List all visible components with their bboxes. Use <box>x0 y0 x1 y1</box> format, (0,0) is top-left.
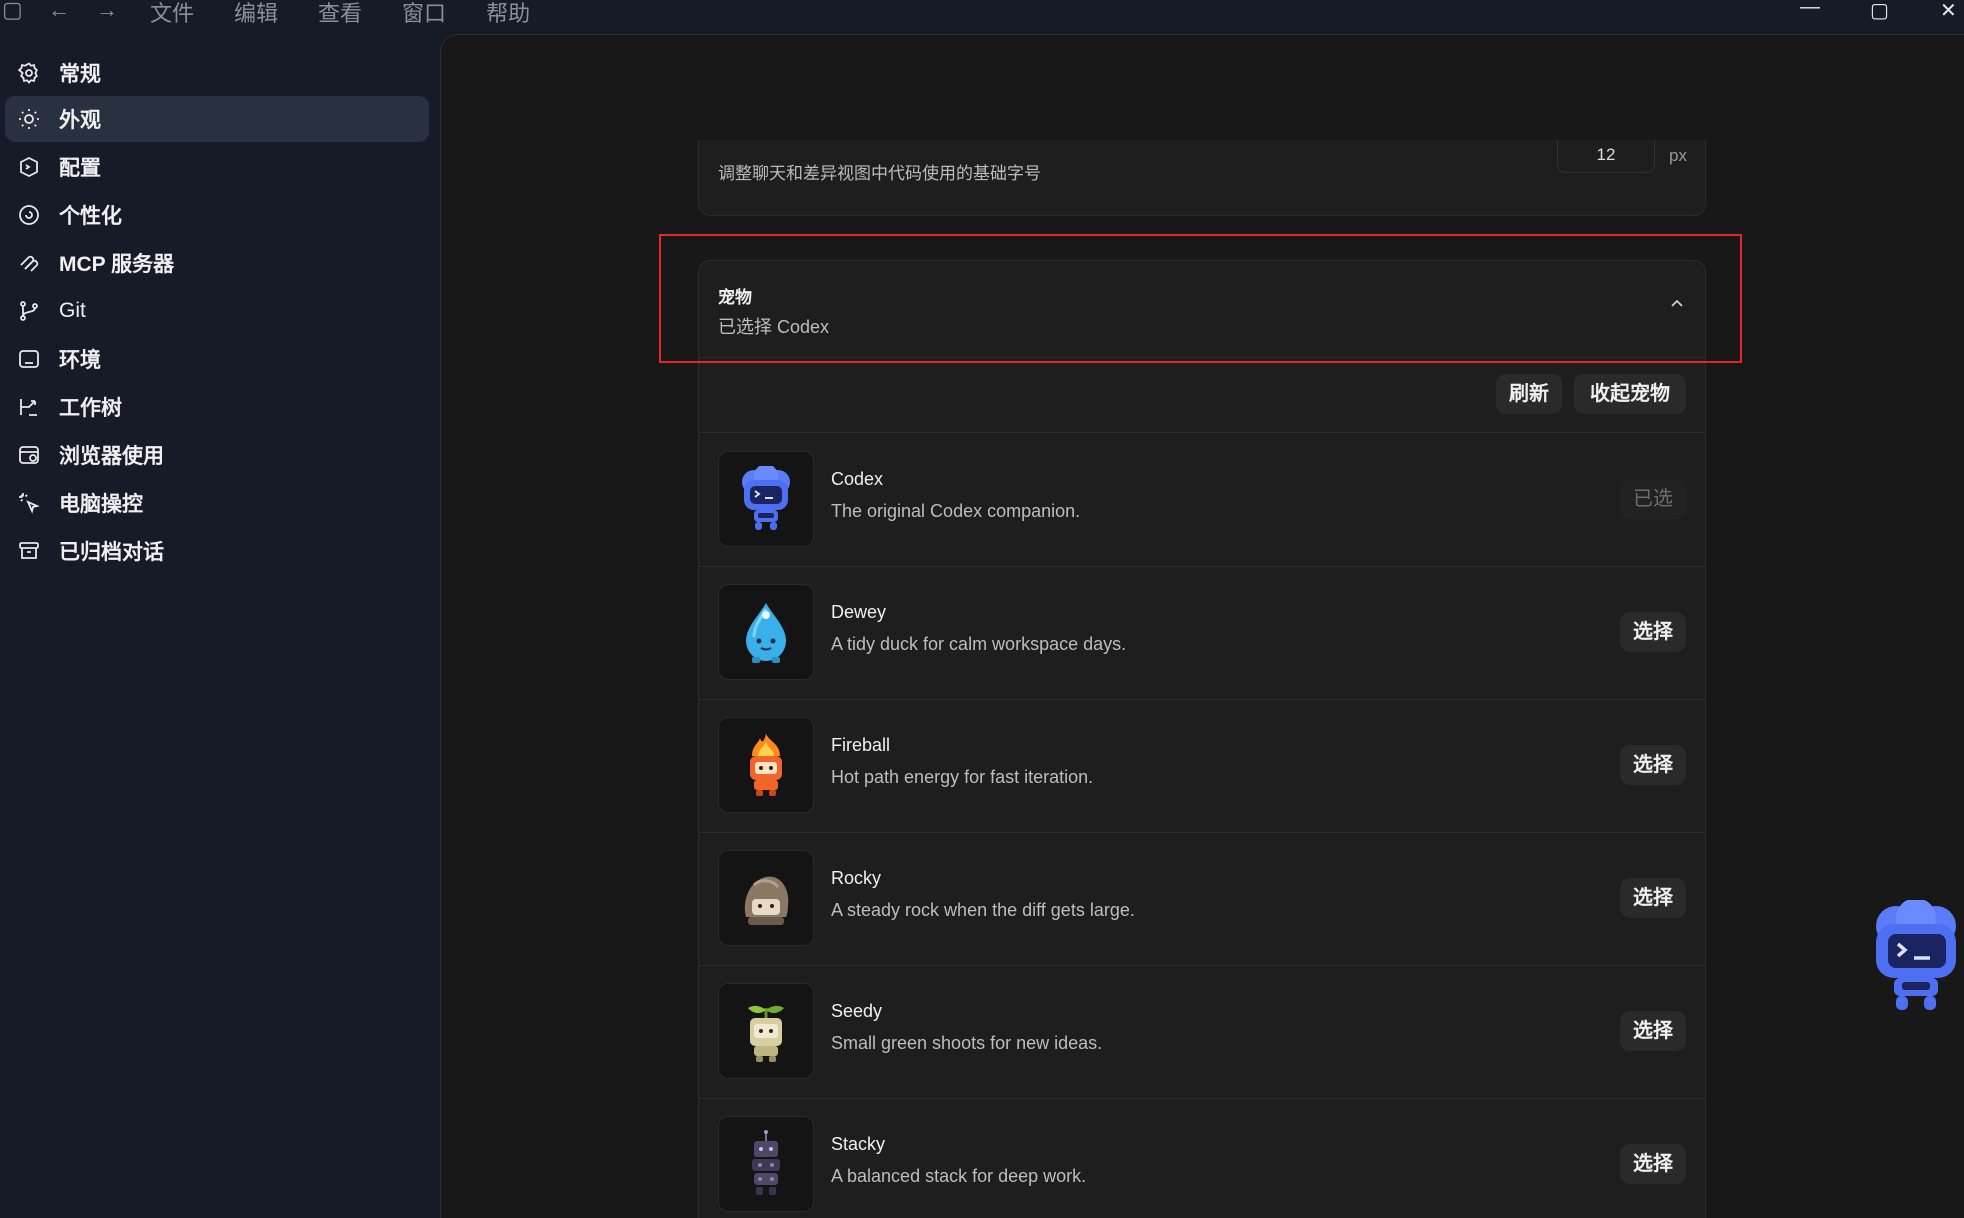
pet-description: Small green shoots for new ideas. <box>831 1033 1103 1053</box>
menu-file[interactable]: 文件 <box>150 0 194 28</box>
pets-selected-subtitle: 已选择 Codex <box>718 317 830 337</box>
pet-select-button[interactable]: 选择 <box>1620 1011 1686 1051</box>
sidebar-item-label: 已归档对话 <box>59 541 164 564</box>
sidebar-item-label: 工作树 <box>59 397 122 420</box>
pet-select-button[interactable]: 选择 <box>1620 878 1686 918</box>
sidebar-item-worktree[interactable]: 工作树 <box>5 384 429 430</box>
pet-description: The original Codex companion. <box>831 501 1081 521</box>
archive-icon <box>19 542 39 559</box>
forward-arrow-icon[interactable]: → <box>96 0 118 21</box>
menu-edit[interactable]: 编辑 <box>234 0 278 28</box>
worktree-icon <box>20 399 37 416</box>
sidebar-item-git[interactable]: Git <box>5 288 429 334</box>
sidebar-item-computer-control[interactable]: 电脑操控 <box>5 480 429 526</box>
sidebar-item-config[interactable]: 配置 <box>5 144 429 190</box>
sidebar-item-label: 个性化 <box>59 205 122 228</box>
pet-select-button[interactable]: 选择 <box>1620 1144 1686 1184</box>
sidebar-item-general[interactable]: 常规 <box>5 50 429 96</box>
sidebar-item-label: 常规 <box>59 63 101 86</box>
menu-view[interactable]: 查看 <box>318 0 362 28</box>
pet-description: A balanced stack for deep work. <box>831 1166 1087 1186</box>
pet-select-button[interactable]: 选择 <box>1620 745 1686 785</box>
pet-name: Codex <box>831 469 884 489</box>
pet-row-stacky: Stacky A balanced stack for deep work. 选… <box>699 1098 1705 1218</box>
sidebar-item-mcp[interactable]: MCP 服务器 <box>5 240 429 286</box>
pet-description: A tidy duck for calm workspace days. <box>831 634 1127 654</box>
seedy-pet-icon <box>718 983 814 1079</box>
pet-name: Fireball <box>831 735 891 755</box>
browser-icon <box>19 446 39 464</box>
title-bar: ▢ ← → 文件 编辑 查看 窗口 帮助 — ▢ ✕ <box>0 0 1964 34</box>
sidebar-item-appearance[interactable]: 外观 <box>5 96 429 142</box>
main-panel: 调整聊天和差异视图中代码使用的基础字号 12 px 宠物 已选择 Codex 刷… <box>440 34 1964 1218</box>
collapse-pets-button[interactable]: 收起宠物 <box>1574 374 1686 414</box>
back-arrow-icon[interactable]: ← <box>48 0 70 21</box>
sidebar-item-archived[interactable]: 已归档对话 <box>5 528 429 574</box>
font-size-setting: 调整聊天和差异视图中代码使用的基础字号 12 px <box>698 140 1706 216</box>
font-size-description: 调整聊天和差异视图中代码使用的基础字号 <box>718 164 1041 183</box>
minimize-icon[interactable]: — <box>1800 0 1820 19</box>
sidebar-item-label: Git <box>59 299 86 322</box>
menu-help[interactable]: 帮助 <box>486 0 530 28</box>
sidebar-toggle-icon[interactable]: ▢ <box>2 0 23 21</box>
sidebar-item-label: MCP 服务器 <box>59 253 175 276</box>
sidebar-item-label: 配置 <box>59 157 101 180</box>
pet-name: Dewey <box>831 602 887 622</box>
pet-selected-button[interactable]: 已选 <box>1620 479 1686 519</box>
pet-row-codex: Codex The original Codex companion. 已选 <box>699 433 1705 566</box>
sidebar-item-label: 外观 <box>59 109 101 132</box>
sidebar-item-label: 电脑操控 <box>59 493 143 516</box>
pet-name: Seedy <box>831 1001 883 1021</box>
personalize-icon <box>19 205 39 225</box>
codex-pet-icon <box>718 451 814 547</box>
chevron-up-icon[interactable] <box>1669 295 1685 311</box>
sidebar-item-label: 浏览器使用 <box>59 445 164 468</box>
floating-codex-pet[interactable] <box>1868 898 1964 1012</box>
dewey-pet-icon <box>718 584 814 680</box>
mcp-icon <box>20 255 39 272</box>
menu-window[interactable]: 窗口 <box>402 0 446 28</box>
cursor-sparkle-icon <box>19 493 40 514</box>
pets-title: 宠物 <box>718 288 752 307</box>
pets-section: 宠物 已选择 Codex 刷新 收起宠物 Codex The original … <box>698 260 1706 1218</box>
pet-row-rocky: Rocky A steady rock when the diff gets l… <box>699 832 1705 965</box>
maximize-icon[interactable]: ▢ <box>1870 0 1889 23</box>
pet-name: Stacky <box>831 1134 886 1154</box>
sidebar-item-browser[interactable]: 浏览器使用 <box>5 432 429 478</box>
close-icon[interactable]: ✕ <box>1940 0 1957 23</box>
sidebar-item-personalize[interactable]: 个性化 <box>5 192 429 238</box>
sidebar-item-environment[interactable]: 环境 <box>5 336 429 382</box>
fireball-pet-icon <box>718 717 814 813</box>
font-size-input[interactable]: 12 <box>1557 140 1655 173</box>
git-branch-icon <box>20 301 38 321</box>
font-size-unit: px <box>1669 146 1687 165</box>
divider <box>699 357 1705 358</box>
pet-name: Rocky <box>831 868 882 888</box>
pet-row-dewey: Dewey A tidy duck for calm workspace day… <box>699 566 1705 699</box>
refresh-button[interactable]: 刷新 <box>1496 374 1562 414</box>
pets-header[interactable]: 宠物 已选择 Codex <box>699 261 1705 357</box>
pet-description: Hot path energy for fast iteration. <box>831 767 1094 787</box>
gear-icon <box>17 62 38 84</box>
config-icon <box>20 156 38 178</box>
pet-select-button[interactable]: 选择 <box>1620 612 1686 652</box>
rocky-pet-icon <box>718 850 814 946</box>
terminal-icon <box>19 350 39 368</box>
pet-row-seedy: Seedy Small green shoots for new ideas. … <box>699 965 1705 1098</box>
pet-row-fireball: Fireball Hot path energy for fast iterat… <box>699 699 1705 832</box>
menu-bar: 文件 编辑 查看 窗口 帮助 <box>150 0 570 28</box>
sun-icon <box>19 109 39 129</box>
sidebar-item-label: 环境 <box>59 349 101 372</box>
pet-description: A steady rock when the diff gets large. <box>831 900 1135 920</box>
stacky-pet-icon <box>718 1116 814 1212</box>
